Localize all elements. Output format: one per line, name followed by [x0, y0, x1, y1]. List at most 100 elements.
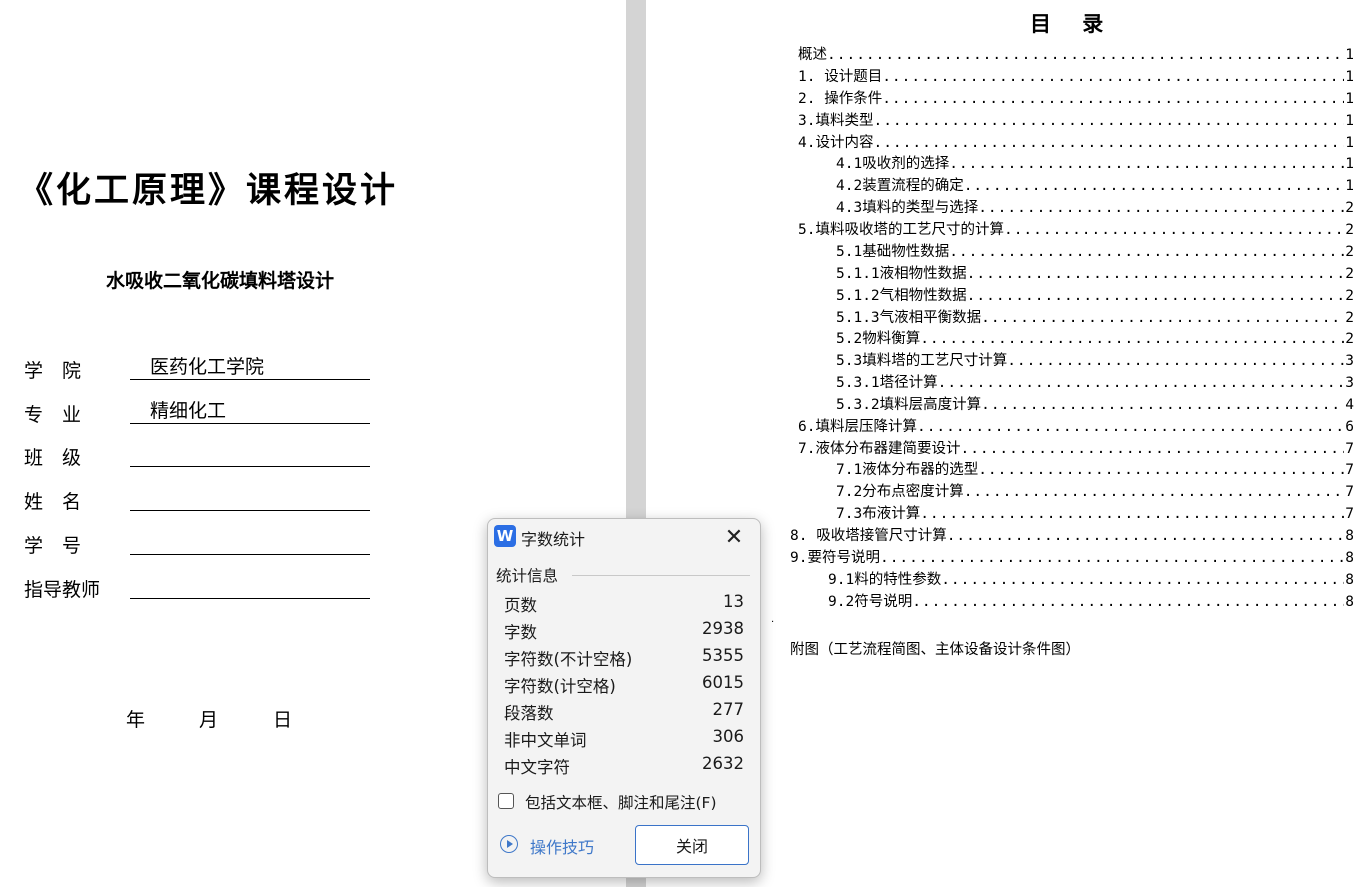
toc-entry[interactable]: 4.3填料的类型与选择 2 — [836, 196, 1354, 217]
toc-entry-title: 6.填料层压降计算 — [798, 419, 917, 435]
toc-entry[interactable]: 5.1.2气相物性数据 2 — [836, 284, 1354, 305]
field-value[interactable] — [130, 443, 370, 467]
stat-label: 段落数 — [504, 704, 554, 723]
toc-entry[interactable]: 4.设计内容 1 — [798, 131, 1354, 152]
toc-entry-page: 1 — [1345, 47, 1354, 63]
toc-entry[interactable]: 7.3布液计算 7 — [836, 502, 1354, 523]
toc-leader — [967, 287, 1345, 305]
field-name: 姓 名 — [24, 487, 384, 517]
stat-value: 6015 — [702, 673, 744, 692]
toc-entry-page: 2 — [1345, 244, 1354, 260]
toc-entry-page: 7 — [1345, 462, 1354, 478]
toc-entry[interactable]: 5.1基础物性数据 2 — [836, 240, 1354, 261]
toc-entry-page: 8 — [1345, 594, 1354, 610]
dialog-titlebar[interactable]: W 字数统计 ✕ — [488, 519, 760, 555]
toc-entry-title: 5.1.1液相物性数据 — [836, 266, 967, 282]
field-label: 指导教师 — [24, 579, 101, 601]
toc-leader — [1004, 221, 1344, 239]
stat-value: 277 — [712, 700, 745, 719]
field-value[interactable]: 医药化工学院 — [130, 356, 370, 380]
toc-entry-page: 2 — [1345, 310, 1354, 326]
toc-leader — [981, 309, 1344, 327]
toc-entry-page: 2 — [1345, 331, 1354, 347]
toc-entry[interactable]: 5.3.1塔径计算 3 — [836, 371, 1354, 392]
stat-value: 13 — [723, 592, 744, 611]
play-circle-icon — [500, 835, 518, 853]
field-label: 专 业 — [24, 404, 82, 426]
toc-entry[interactable]: 9.1料的特性参数 8 — [828, 568, 1354, 589]
field-student-id: 学 号 — [24, 531, 384, 561]
stat-value: 2632 — [702, 754, 744, 773]
toc-entry[interactable]: 9.2符号说明 8 — [828, 590, 1354, 611]
cover-subtitle: 水吸收二氧化碳填料塔设计 — [105, 270, 334, 292]
toc-entry-page: 1 — [1345, 113, 1354, 129]
section-divider — [572, 575, 750, 576]
toc-entry-page: 8 — [1345, 550, 1354, 566]
include-footnotes-label[interactable]: 包括文本框、脚注和尾注(F) — [525, 791, 717, 813]
toc-entry-title: 7.2分布点密度计算 — [836, 484, 964, 500]
toc-entry[interactable]: 5.3.2填料层高度计算 4 — [836, 393, 1354, 414]
toc-entry[interactable]: 1. 设计题目 1 — [798, 65, 1354, 86]
toc-entry-title: 9.要符号说明 — [790, 550, 880, 566]
field-value[interactable]: 精细化工 — [130, 400, 370, 424]
toc-entry[interactable]: 5.1.1液相物性数据 2 — [836, 262, 1354, 283]
tips-label[interactable]: 操作技巧 — [530, 834, 594, 858]
toc-entry-page: 4 — [1345, 397, 1354, 413]
toc-entry-page: 7 — [1345, 484, 1354, 500]
toc-entry[interactable]: 7.液体分布器建简要设计 7 — [798, 437, 1354, 458]
toc-entry-page: 7 — [1345, 506, 1354, 522]
toc-entry-title: 3.填料类型 — [798, 113, 874, 129]
include-footnotes-option[interactable]: 包括文本框、脚注和尾注(F) — [498, 791, 758, 815]
toc-entry[interactable]: 5.2物料衡算 2 — [836, 327, 1354, 348]
toc-appendix: 附图（工艺流程简图、主体设备设计条件图） — [790, 642, 1080, 658]
toc-entry[interactable]: 5.1.3气液相平衡数据 2 — [836, 306, 1354, 327]
toc-entry[interactable]: 2. 操作条件 1 — [798, 87, 1354, 108]
field-advisor: 指导教师 — [24, 575, 384, 605]
close-button[interactable]: 关闭 — [635, 825, 749, 865]
toc-leader — [920, 505, 1344, 523]
field-major: 专 业 精细化工 — [24, 400, 384, 430]
stat-value: 5355 — [702, 646, 744, 665]
date-year: 年 — [126, 709, 146, 731]
stat-value: 306 — [712, 727, 745, 746]
toc-entry[interactable]: 7.2分布点密度计算 7 — [836, 480, 1354, 501]
toc-entry-page: 2 — [1345, 266, 1354, 282]
toc-leader — [964, 483, 1345, 501]
toc-entry-page: 6 — [1345, 419, 1354, 435]
toc-entry[interactable]: 4.1吸收剂的选择 1 — [836, 152, 1354, 173]
toc-leader — [938, 374, 1345, 392]
toc-entry-page: 1 — [1345, 91, 1354, 107]
toc-leader — [981, 396, 1344, 414]
toc-entry-page: 3 — [1345, 353, 1354, 369]
close-icon[interactable]: ✕ — [722, 525, 746, 550]
stat-paragraphs: 段落数 277 — [504, 700, 744, 726]
dialog-title: 字数统计 — [521, 530, 586, 549]
toc-entry-page: 1 — [1345, 178, 1354, 194]
toc-entry-title: 7.液体分布器建简要设计 — [798, 441, 961, 457]
field-value[interactable] — [130, 531, 370, 555]
toc-entry[interactable]: 4.2装置流程的确定 1 — [836, 174, 1354, 195]
tips-link[interactable]: 操作技巧 — [500, 834, 620, 858]
toc-entry[interactable]: 7.1液体分布器的选型 7 — [836, 458, 1354, 479]
toc-entry[interactable]: 8. 吸收塔接管尺寸计算 8 — [790, 524, 1354, 545]
field-value[interactable] — [130, 487, 370, 511]
toc-entry-title: 概述 — [798, 47, 827, 63]
toc-entry[interactable]: 6.填料层压降计算 6 — [798, 415, 1354, 436]
toc-entry[interactable]: 9.要符号说明 8 — [790, 546, 1354, 567]
toc-entry-page: 1 — [1345, 69, 1354, 85]
toc-entry[interactable]: 概述 1 — [798, 43, 1354, 64]
toc-entry[interactable]: 3.填料类型 1 — [798, 109, 1354, 130]
toc-entry-title: 2. 操作条件 — [798, 91, 883, 107]
toc-leader — [967, 265, 1345, 283]
stat-chars-with-spaces: 字符数(计空格) 6015 — [504, 673, 744, 699]
field-value[interactable] — [130, 575, 370, 599]
toc-entry[interactable]: 5.3填料塔的工艺尺寸计算 3 — [836, 349, 1354, 370]
stat-pages: 页数 13 — [504, 592, 744, 618]
toc-entry-title: 9.2符号说明 — [828, 594, 913, 610]
toc-entry-page: 3 — [1345, 375, 1354, 391]
toc-leader — [882, 90, 1344, 108]
include-footnotes-checkbox[interactable] — [498, 793, 514, 809]
stat-words: 字数 2938 — [504, 619, 744, 645]
toc-leader — [949, 155, 1344, 173]
toc-entry[interactable]: 5.填料吸收塔的工艺尺寸的计算 2 — [798, 218, 1354, 239]
